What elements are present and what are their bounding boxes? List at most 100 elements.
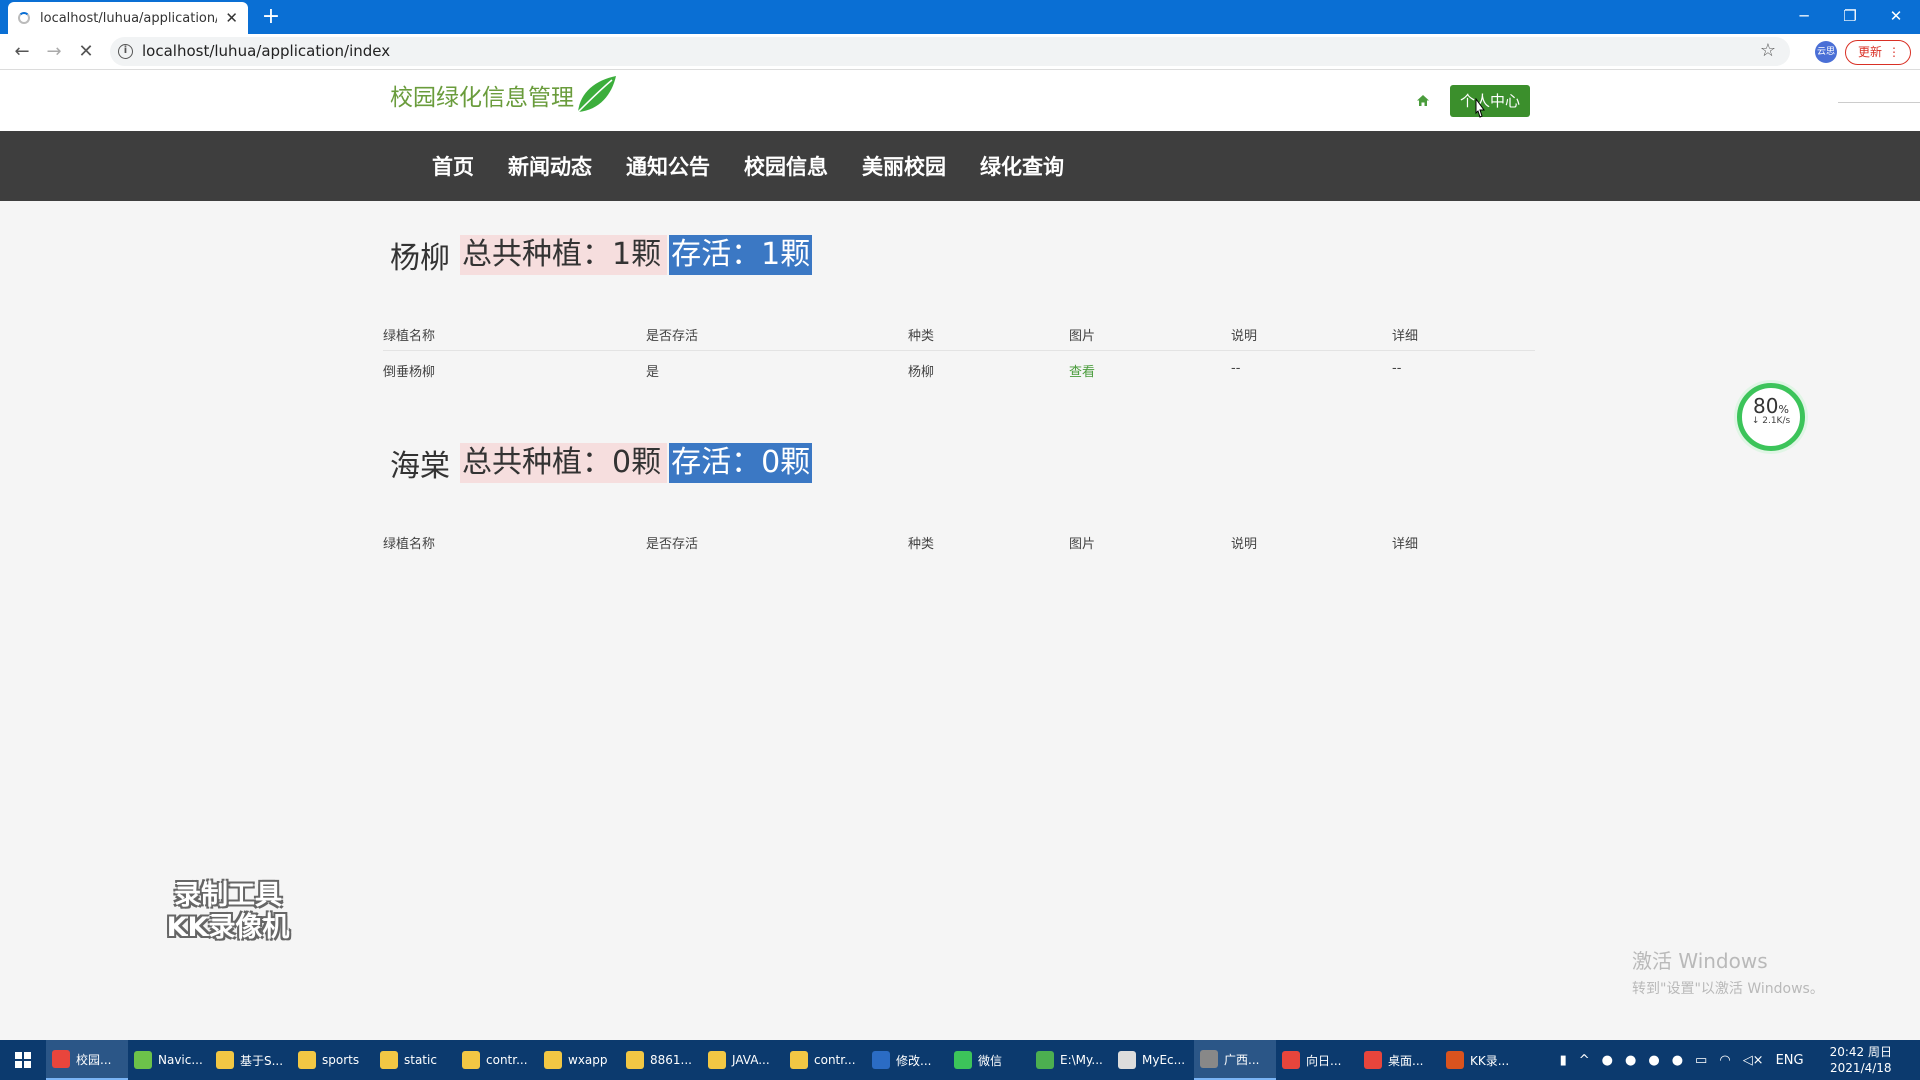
wechat-tray-icon[interactable]: ● (1672, 1053, 1683, 1068)
speed-rate: ↓ 2.1K/s (1751, 416, 1791, 426)
site-info-icon[interactable]: i (118, 44, 133, 59)
nav-item-news[interactable]: 新闻动态 (508, 151, 592, 181)
site-header: 校园绿化信息管理 个人中心 (0, 70, 1920, 131)
activation-hint: 转到"设置"以激活 Windows。 (1632, 981, 1824, 997)
system-tray: ▮ ^ ● ● ● ● ▭ ◠ ◁× ENG 20:42 周日 2021/4/1… (1554, 1040, 1920, 1080)
menu-dots-icon: ⋮ (1888, 45, 1900, 59)
taskbar-app-label: wxapp (568, 1053, 608, 1067)
plant-group-title: 海棠 总共种植：0颗 存活：0颗 (390, 441, 813, 485)
start-button[interactable] (0, 1040, 46, 1080)
site-logo-text[interactable]: 校园绿化信息管理 (390, 78, 574, 112)
taskbar-app-button[interactable]: 基于S... (210, 1040, 292, 1080)
column-header: 图片 (1069, 329, 1096, 344)
header-divider (1838, 102, 1920, 103)
app-icon (544, 1051, 562, 1069)
taskbar-app-label: E:\My... (1060, 1053, 1103, 1067)
taskbar-app-button[interactable]: JAVA... (702, 1040, 784, 1080)
back-button[interactable]: ← (10, 40, 34, 64)
taskbar-app-label: 修改... (896, 1053, 932, 1068)
battery-icon[interactable]: ▮ (1560, 1053, 1567, 1068)
app-icon (1118, 1051, 1136, 1069)
profile-avatar[interactable]: 云思 (1815, 41, 1837, 63)
stop-loading-button[interactable]: ✕ (74, 40, 98, 64)
nav-item-beautiful-campus[interactable]: 美丽校园 (862, 151, 946, 181)
url-text[interactable]: localhost/luhua/application/index (142, 42, 390, 60)
alive-count: 存活：0颗 (669, 443, 813, 483)
taskbar-app-button[interactable]: KK录... (1440, 1040, 1522, 1080)
profile-center-button[interactable]: 个人中心 (1450, 85, 1530, 117)
taskbar-app-button[interactable]: sports (292, 1040, 374, 1080)
taskbar-app-button[interactable]: static (374, 1040, 456, 1080)
taskbar-app-button[interactable]: 修改... (866, 1040, 948, 1080)
nav-item-campus-info[interactable]: 校园信息 (744, 151, 828, 181)
taskbar-app-button[interactable]: E:\My... (1030, 1040, 1112, 1080)
taskbar-app-button[interactable]: 广西... (1194, 1040, 1276, 1080)
taskbar-app-button[interactable]: 8861... (620, 1040, 702, 1080)
taskbar-app-button[interactable]: wxapp (538, 1040, 620, 1080)
taskbar-app-button[interactable]: Navic... (128, 1040, 210, 1080)
app-icon (1200, 1050, 1218, 1068)
column-header: 绿植名称 (383, 537, 436, 552)
taskbar-app-button[interactable]: 微信 (948, 1040, 1030, 1080)
wifi-icon[interactable]: ◠ (1719, 1053, 1730, 1068)
total-planted: 总共种植：0颗 (460, 443, 668, 483)
taskbar-app-label: KK录... (1470, 1053, 1510, 1068)
tray-app-icon[interactable]: ● (1648, 1053, 1659, 1068)
taskbar-app-button[interactable]: 桌面... (1358, 1040, 1440, 1080)
tray-app-icon[interactable]: ● (1625, 1053, 1636, 1068)
taskbar-app-button[interactable]: contr... (784, 1040, 866, 1080)
speed-percent-sign: % (1778, 403, 1789, 416)
clock-time: 20:42 周日 (1829, 1045, 1892, 1059)
bookmark-star-icon[interactable]: ☆ (1760, 40, 1776, 61)
alive-count: 存活：1颗 (669, 235, 813, 275)
app-icon (790, 1051, 808, 1069)
total-planted: 总共种植：1颗 (460, 235, 668, 275)
windows-logo-icon (15, 1052, 31, 1068)
app-icon (1036, 1051, 1054, 1069)
detail-cell: -- (1392, 361, 1402, 376)
app-icon (134, 1051, 152, 1069)
tray-app-icon[interactable]: ● (1602, 1053, 1613, 1068)
app-icon (1446, 1051, 1464, 1069)
taskbar-app-label: 校园... (76, 1052, 112, 1067)
update-button[interactable]: 更新 ⋮ (1845, 40, 1911, 65)
view-image-link[interactable]: 查看 (1069, 361, 1095, 380)
restore-button[interactable]: ❐ (1828, 2, 1872, 30)
show-hidden-icons-icon[interactable]: ^ (1579, 1053, 1590, 1068)
nav-item-home[interactable]: 首页 (432, 151, 474, 181)
table-header-row: 绿植名称 是否存活 种类 图片 说明 详细 (383, 315, 1535, 351)
app-icon (1282, 1051, 1300, 1069)
new-tab-button[interactable]: + (258, 4, 284, 30)
address-bar[interactable]: i localhost/luhua/application/index ☆ (110, 37, 1790, 66)
volume-muted-icon[interactable]: ◁× (1743, 1053, 1764, 1068)
column-header: 说明 (1231, 329, 1258, 344)
tab-title: localhost/luhua/application/in (40, 10, 218, 26)
input-language[interactable]: ENG (1776, 1053, 1804, 1068)
forward-button[interactable]: → (42, 40, 66, 64)
network-speed-widget[interactable]: 80% ↓ 2.1K/s (1737, 383, 1805, 451)
nav-item-notices[interactable]: 通知公告 (626, 151, 710, 181)
column-header: 详细 (1392, 537, 1419, 552)
app-icon (1364, 1051, 1382, 1069)
taskbar-app-button[interactable]: MyEc... (1112, 1040, 1194, 1080)
home-icon[interactable] (1416, 94, 1430, 107)
taskbar-app-button[interactable]: 校园... (46, 1040, 128, 1080)
plant-table: 绿植名称 是否存活 种类 图片 说明 详细 (383, 523, 1535, 559)
close-tab-icon[interactable]: ✕ (225, 9, 238, 27)
taskbar-app-button[interactable]: contr... (456, 1040, 538, 1080)
activation-title: 激活 Windows (1632, 949, 1768, 973)
speed-percent: 80 (1753, 394, 1779, 418)
taskbar-app-label: contr... (814, 1053, 856, 1067)
browser-tab[interactable]: localhost/luhua/application/in ✕ (8, 2, 248, 34)
minimize-button[interactable]: ─ (1782, 2, 1826, 30)
network-icon[interactable]: ▭ (1695, 1053, 1707, 1068)
clock-date: 2021/4/18 (1830, 1061, 1892, 1075)
taskbar-app-button[interactable]: 向日... (1276, 1040, 1358, 1080)
plant-table: 绿植名称 是否存活 种类 图片 说明 详细 倒垂杨柳 是 杨柳 查看 -- -- (383, 315, 1535, 387)
description-cell: -- (1231, 361, 1241, 376)
nav-item-greening-query[interactable]: 绿化查询 (980, 151, 1064, 181)
close-window-button[interactable]: ✕ (1874, 2, 1918, 30)
system-clock[interactable]: 20:42 周日 2021/4/18 (1830, 1044, 1892, 1076)
plant-group-title: 杨柳 总共种植：1颗 存活：1颗 (390, 233, 813, 277)
update-label: 更新 (1858, 45, 1883, 59)
